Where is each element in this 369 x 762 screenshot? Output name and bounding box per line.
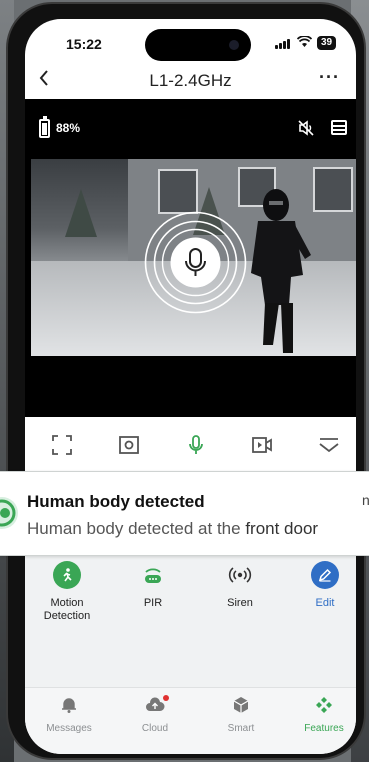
siren-label: Siren [227, 597, 253, 609]
notification-title: Human body detected [27, 492, 205, 511]
feature-controls: Motion Detection PIR Siren Edit [25, 549, 356, 687]
motion-detection-button[interactable]: Motion Detection [31, 561, 103, 623]
tab-messages[interactable]: Messages [34, 696, 104, 734]
app-screen: 15:22 39 L1-2.4GHz ··· 88% Motion Detect… [25, 19, 356, 754]
cloud-icon [146, 697, 165, 711]
tab-cloud-label: Cloud [141, 723, 169, 734]
dynamic-island [145, 29, 251, 61]
pir-icon [139, 561, 167, 589]
app-logo-icon [0, 497, 18, 529]
tab-bar: Messages Cloud Smart Features [25, 687, 356, 754]
tab-features-label: Features [304, 723, 344, 734]
siren-button[interactable]: Siren [204, 561, 276, 610]
live-toolbar [25, 417, 356, 475]
features-icon [316, 697, 332, 713]
more-options-button[interactable]: ··· [319, 67, 340, 88]
tab-cloud[interactable]: Cloud [120, 695, 190, 734]
notification-body-text: Human body detected at the [27, 519, 246, 538]
live-view: 88% [25, 99, 356, 417]
notification-time: n [362, 492, 369, 508]
edit-icon [311, 561, 339, 589]
list-icon[interactable] [331, 120, 347, 135]
tab-features[interactable]: Features [289, 696, 356, 734]
edit-button[interactable]: Edit [289, 561, 356, 610]
push-notification[interactable]: Human body detected Human body detected … [0, 471, 369, 556]
pir-label: PIR [143, 597, 163, 609]
intruder-figure [251, 189, 311, 353]
live-view-header: 88% [25, 99, 356, 159]
cellular-signal-icon [275, 39, 291, 49]
motion-detection-icon [53, 561, 81, 589]
bell-icon [62, 698, 76, 713]
record-video-icon[interactable] [251, 434, 273, 456]
camera-feed[interactable] [31, 159, 356, 356]
page-title: L1-2.4GHz [149, 71, 232, 90]
speaker-mute-icon[interactable] [297, 119, 315, 137]
edit-label: Edit [315, 597, 335, 609]
tab-smart[interactable]: Smart [206, 696, 276, 734]
expand-menu-icon[interactable] [318, 434, 340, 456]
talk-button[interactable] [144, 211, 247, 314]
siren-icon [226, 561, 254, 589]
status-time: 15:22 [66, 36, 102, 52]
tab-messages-label: Messages [46, 723, 92, 734]
notification-body: Human body detected at the front door [27, 519, 318, 539]
status-bar: 15:22 39 [25, 19, 356, 67]
tab-smart-label: Smart [227, 723, 255, 734]
camera-battery-icon [39, 116, 50, 138]
snowy-tree [65, 189, 97, 237]
cube-icon [233, 697, 249, 713]
camera-battery-level: 88% [56, 121, 81, 135]
motion-detection-label: Motion Detection [43, 597, 91, 622]
pir-button[interactable]: PIR [117, 561, 189, 610]
microphone-icon[interactable] [185, 434, 207, 456]
battery-indicator: 39 [317, 36, 337, 50]
nav-bar: L1-2.4GHz ··· [25, 67, 356, 97]
fullscreen-icon[interactable] [51, 434, 73, 456]
notification-dot [163, 695, 169, 701]
snapshot-icon[interactable] [118, 434, 140, 456]
notification-location: front door [245, 519, 319, 538]
phone-frame: 15:22 39 L1-2.4GHz ··· 88% Motion Detect… [6, 2, 366, 760]
wifi-icon [296, 35, 313, 51]
